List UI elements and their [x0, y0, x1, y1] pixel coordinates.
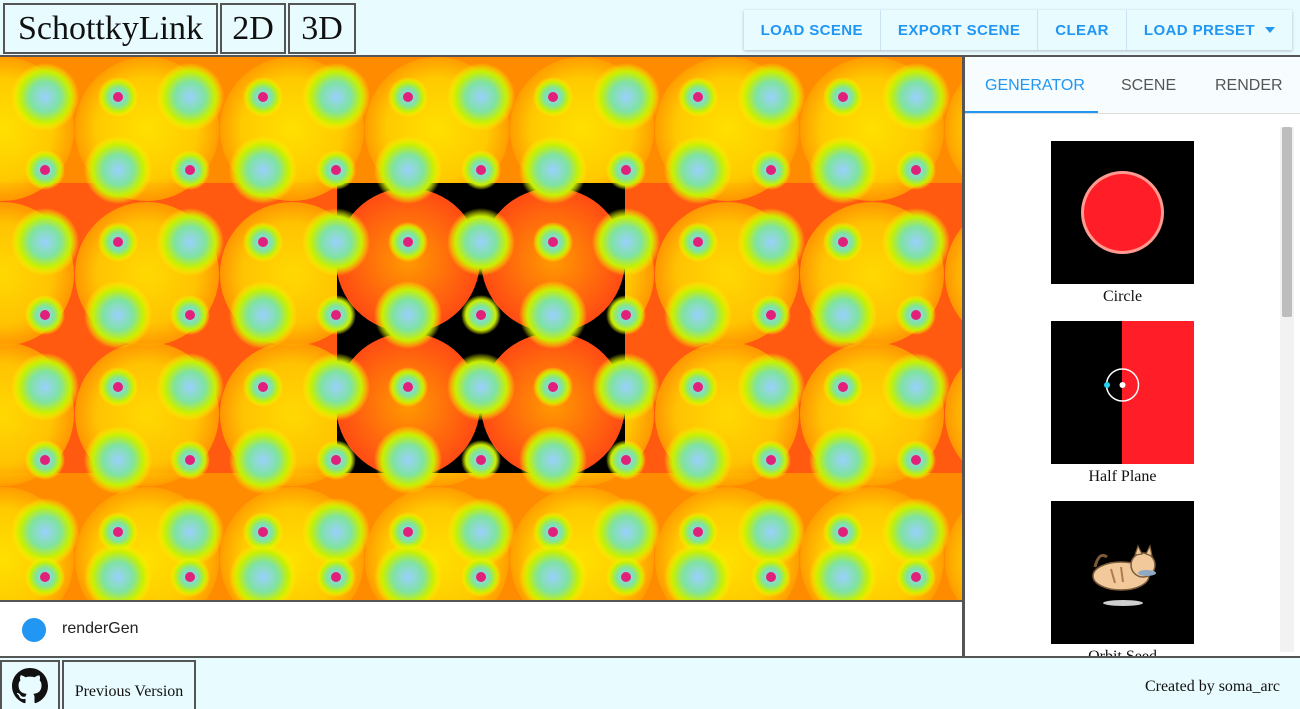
generator-label: Circle [1102, 288, 1143, 305]
generator-label: Orbit Seed [1051, 648, 1194, 656]
tab-scene[interactable]: SCENE [1121, 77, 1176, 95]
render-canvas[interactable] [0, 57, 964, 602]
generator-half-plane[interactable]: Half Plane [1051, 321, 1194, 486]
status-indicator [22, 618, 46, 642]
app-title: SchottkyLink [3, 3, 218, 54]
export-scene-button[interactable]: EXPORT SCENE [880, 10, 1039, 50]
previous-version-link[interactable]: Previous Version [62, 660, 196, 709]
mode-2d-button[interactable]: 2D [220, 3, 286, 54]
active-tab-indicator [965, 111, 1098, 113]
load-scene-button[interactable]: LOAD SCENE [743, 10, 881, 50]
scrollbar-thumb[interactable] [1282, 127, 1292, 317]
cat-thumb-icon [1051, 501, 1194, 644]
generator-list: Circle Half Plane [965, 114, 1279, 656]
status-label: renderGen [62, 620, 139, 637]
generator-label: Half Plane [1088, 468, 1157, 485]
generator-orbit-seed[interactable]: Orbit Seed [1051, 501, 1194, 656]
footer-bar: Previous Version Created by soma_arc [0, 656, 1300, 709]
github-link[interactable] [0, 660, 60, 709]
tab-render[interactable]: RENDER [1215, 77, 1283, 95]
circle-thumb-icon [1051, 141, 1194, 284]
mode-3d-button[interactable]: 3D [288, 3, 356, 54]
previous-version-label: Previous Version [74, 682, 184, 700]
clear-label: CLEAR [1055, 21, 1109, 39]
side-panel: GENERATOR SCENE RENDER Circle Half Plane [964, 57, 1300, 656]
panel-tabs: GENERATOR SCENE RENDER [965, 57, 1300, 114]
tab-generator[interactable]: GENERATOR [985, 77, 1085, 95]
load-preset-button[interactable]: LOAD PRESET [1126, 10, 1292, 50]
export-scene-label: EXPORT SCENE [897, 21, 1021, 39]
clear-button[interactable]: CLEAR [1038, 10, 1127, 50]
github-icon [12, 667, 48, 703]
half-plane-thumb-icon [1051, 321, 1194, 464]
scene-toolbar: LOAD SCENE EXPORT SCENE CLEAR LOAD PRESE… [743, 10, 1292, 50]
fractal-image [0, 57, 962, 600]
load-preset-label: LOAD PRESET [1143, 21, 1255, 39]
generator-circle[interactable]: Circle [1051, 141, 1194, 306]
top-bar: SchottkyLink 2D 3D LOAD SCENE EXPORT SCE… [0, 0, 1300, 57]
status-bar: renderGen [0, 602, 964, 656]
credit-text: Created by soma_arc [1144, 678, 1280, 695]
load-scene-label: LOAD SCENE [760, 21, 863, 39]
caret-down-icon [1265, 27, 1275, 33]
panel-scrollbar[interactable] [1280, 127, 1294, 652]
